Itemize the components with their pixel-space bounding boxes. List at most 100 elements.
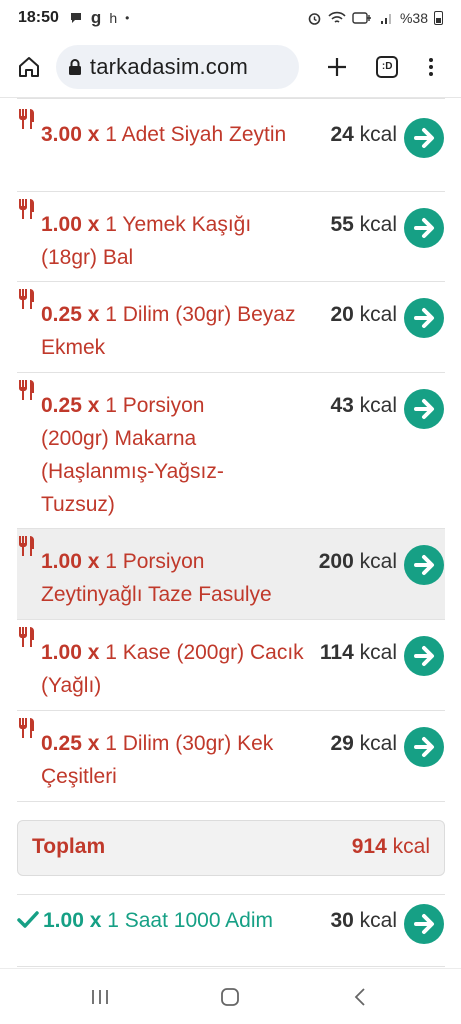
activity-row[interactable]: 1.00 x 1 Saat 1000 Adim 30 kcal <box>17 902 445 962</box>
new-tab-button[interactable] <box>319 49 355 85</box>
go-button[interactable] <box>404 727 444 767</box>
food-description: 3.00 x 1 Adet Siyah Zeytin <box>17 118 307 151</box>
home-circle-icon <box>221 988 239 1006</box>
kcal-unit: kcal <box>359 909 397 932</box>
status-time: 18:50 <box>18 9 59 26</box>
food-description: 0.25 x 1 Dilim (30gr) Beyaz Ekmek <box>17 298 307 364</box>
back-icon <box>354 988 365 1006</box>
plus-icon <box>328 57 347 76</box>
go-button[interactable] <box>404 208 444 248</box>
status-bar: 18:50 g h • %38 <box>0 0 461 36</box>
menu-icon[interactable] <box>413 49 449 85</box>
arrow-right-icon <box>414 555 434 575</box>
home-button[interactable] <box>12 50 46 84</box>
divider <box>17 894 445 895</box>
home-icon <box>18 56 39 77</box>
recents-icon <box>92 990 108 1004</box>
notification-icons: g h • <box>69 8 129 28</box>
kcal-value: 24 <box>330 123 354 146</box>
kcal-unit: kcal <box>359 550 397 573</box>
kcal-value: 29 <box>330 732 354 755</box>
food-kcal: 43 kcal <box>330 389 397 422</box>
kcal-value: 55 <box>330 213 354 236</box>
system-nav-bar <box>0 968 461 1024</box>
total-kcal: 914 kcal <box>352 835 430 859</box>
kcal-unit: kcal <box>359 394 397 417</box>
status-right: %38 <box>307 10 443 26</box>
food-description: 0.25 x 1 Porsiyon (200gr) Makarna (Haşla… <box>17 389 267 521</box>
food-name: 1 Adet Siyah Zeytin <box>105 123 287 146</box>
food-row[interactable]: 1.00 x 1 Yemek Kaşığı (18gr) Bal 55 kcal <box>17 192 445 282</box>
food-quantity: 3.00 x <box>41 123 100 146</box>
kcal-value: 20 <box>330 303 354 326</box>
go-button[interactable] <box>404 298 444 338</box>
food-row[interactable]: 1.00 x 1 Porsiyon Zeytinyağlı Taze Fasul… <box>17 529 445 620</box>
food-row[interactable]: 3.00 x 1 Adet Siyah Zeytin 24 kcal <box>17 102 445 192</box>
recents-button[interactable] <box>80 981 120 1013</box>
browser-toolbar: tarkadasim.com :D <box>0 36 461 98</box>
food-kcal: 29 kcal <box>330 727 397 760</box>
arrow-right-icon <box>414 914 434 934</box>
hd-voice-icon <box>352 12 371 24</box>
address-bar[interactable]: tarkadasim.com <box>55 44 300 89</box>
chat-icon <box>70 13 81 23</box>
notif-h: h <box>109 10 118 26</box>
kcal-value: 43 <box>330 394 354 417</box>
go-button[interactable] <box>404 636 444 676</box>
wifi-icon <box>328 11 346 23</box>
signal-icon <box>380 14 391 24</box>
url-text: tarkadasim.com <box>89 53 248 79</box>
more-dot-icon: • <box>125 11 130 25</box>
food-description: 1.00 x 1 Yemek Kaşığı (18gr) Bal <box>17 208 307 274</box>
food-row[interactable]: 1.00 x 1 Kase (200gr) Cacık (Yağlı) 114 … <box>17 620 445 711</box>
arrow-right-icon <box>414 737 434 757</box>
total-kcal-value: 914 <box>351 835 387 858</box>
kcal-value: 30 <box>330 909 354 932</box>
kcal-value: 114 <box>319 641 354 664</box>
food-quantity: 1.00 x <box>41 213 100 236</box>
kcal-unit: kcal <box>359 123 397 146</box>
back-button[interactable] <box>340 981 380 1013</box>
home-nav-button[interactable] <box>210 981 250 1013</box>
food-quantity: 1.00 x <box>41 550 100 573</box>
food-row[interactable]: 0.25 x 1 Dilim (30gr) Kek Çeşitleri 29 k… <box>17 711 445 802</box>
food-quantity: 0.25 x <box>41 732 100 755</box>
activity-name: 1 Saat 1000 Adim <box>107 909 274 932</box>
go-button[interactable] <box>404 118 444 158</box>
food-description: 0.25 x 1 Dilim (30gr) Kek Çeşitleri <box>17 727 307 793</box>
activity-kcal: 30 kcal <box>330 904 397 937</box>
arrow-right-icon <box>414 399 434 419</box>
tab-switcher-button[interactable]: :D <box>369 49 405 85</box>
kcal-unit: kcal <box>359 732 397 755</box>
food-kcal: 55 kcal <box>330 208 397 241</box>
arrow-right-icon <box>414 128 434 148</box>
food-description: 1.00 x 1 Porsiyon Zeytinyağlı Taze Fasul… <box>17 545 307 611</box>
food-kcal: 114 kcal <box>320 636 397 669</box>
alarm-icon <box>308 12 321 25</box>
kcal-unit: kcal <box>359 303 397 326</box>
arrow-right-icon <box>414 646 434 666</box>
arrow-right-icon <box>414 308 434 328</box>
divider <box>17 966 445 967</box>
tab-switcher-label: :D <box>376 55 399 78</box>
total-kcal-unit: kcal <box>392 835 430 858</box>
food-quantity: 0.25 x <box>41 303 100 326</box>
total-label: Toplam <box>32 835 106 858</box>
activity-description: 1.00 x 1 Saat 1000 Adim <box>17 904 317 937</box>
arrow-right-icon <box>414 218 434 238</box>
battery-percent: %38 <box>399 10 428 26</box>
food-kcal: 24 kcal <box>330 118 397 151</box>
go-button[interactable] <box>404 389 444 429</box>
kcal-value: 200 <box>318 550 354 573</box>
activity-quantity: 1.00 x <box>43 909 102 932</box>
go-button[interactable] <box>404 545 444 585</box>
food-row[interactable]: 0.25 x 1 Porsiyon (200gr) Makarna (Haşla… <box>17 373 445 529</box>
total-box: Toplam 914 kcal <box>17 820 445 876</box>
notif-g: g <box>90 8 102 27</box>
go-button[interactable] <box>404 904 444 944</box>
divider <box>17 98 445 99</box>
food-kcal: 200 kcal <box>319 545 397 578</box>
food-quantity: 1.00 x <box>41 641 100 664</box>
kcal-unit: kcal <box>359 641 397 664</box>
food-row[interactable]: 0.25 x 1 Dilim (30gr) Beyaz Ekmek 20 kca… <box>17 282 445 373</box>
